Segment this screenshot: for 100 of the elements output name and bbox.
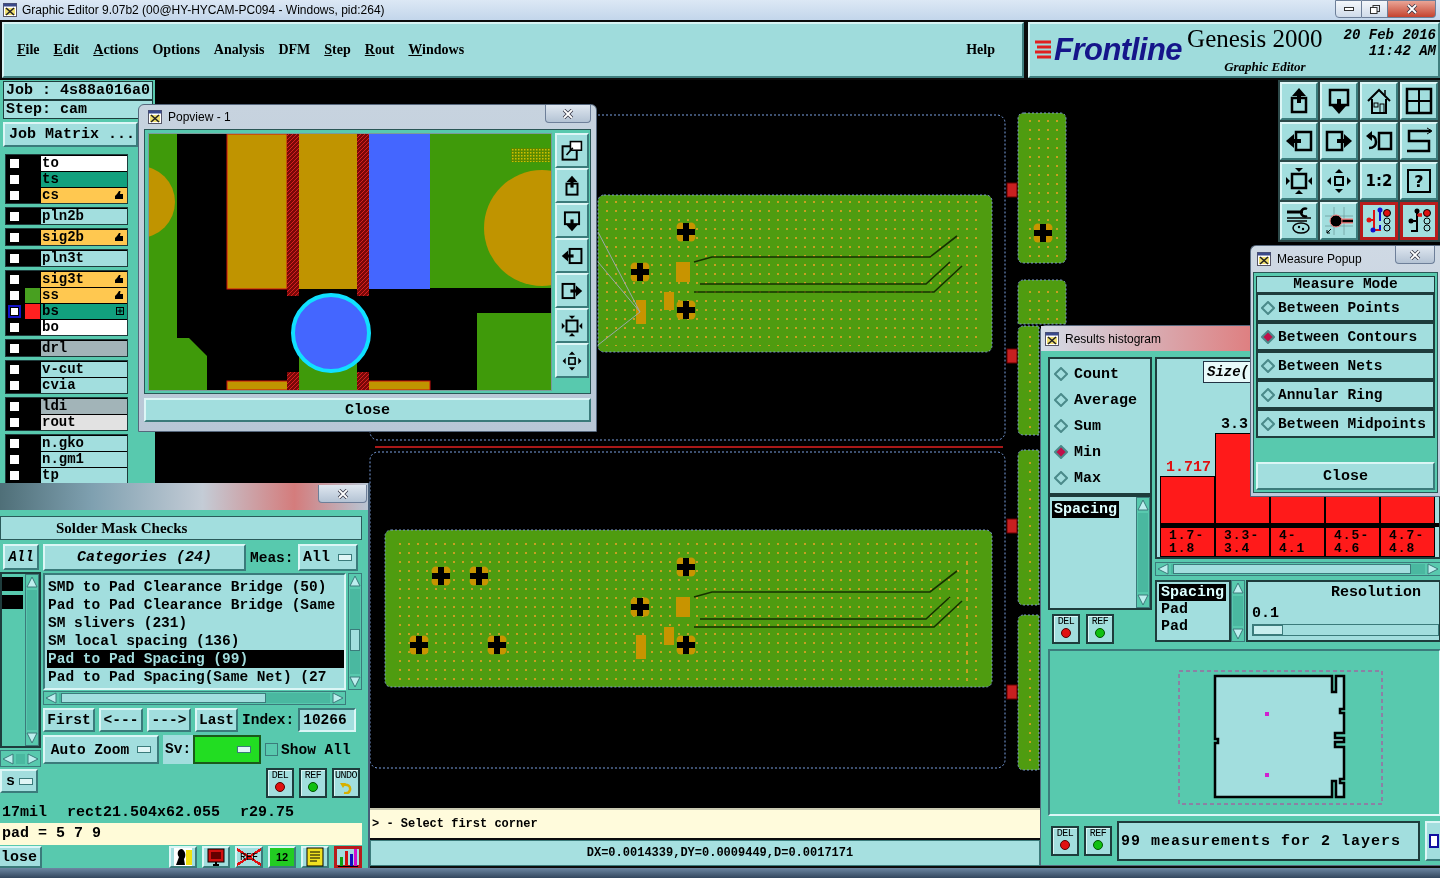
meas-dropdown[interactable]: All: [297, 544, 358, 571]
layer-label[interactable]: drl: [41, 340, 127, 356]
layer-label[interactable]: to: [41, 155, 127, 171]
radio-option[interactable]: Between Nets: [1256, 351, 1435, 380]
menu-item[interactable]: Analysis: [206, 40, 272, 60]
close-button[interactable]: [318, 485, 367, 503]
layer-checkbox[interactable]: [8, 436, 21, 450]
layer-label[interactable]: rout: [41, 414, 127, 430]
layer-row[interactable]: to: [6, 155, 127, 171]
help-button[interactable]: ?: [1400, 162, 1438, 200]
layer-row[interactable]: pln3t: [6, 250, 127, 266]
close-button[interactable]: [1388, 0, 1436, 18]
categories-button[interactable]: Categories (24): [43, 544, 246, 571]
list-item[interactable]: Pad: [1159, 601, 1190, 618]
layer-row[interactable]: rout: [6, 414, 127, 430]
layer-row[interactable]: tp: [6, 467, 127, 483]
layer-label[interactable]: sig3t: [41, 271, 127, 287]
scrollbar[interactable]: [348, 573, 362, 690]
radio-option[interactable]: Between Contours: [1256, 322, 1435, 351]
menu-item[interactable]: Actions: [86, 40, 146, 60]
maximize-button[interactable]: [1362, 0, 1388, 18]
scroll-left-arrow-icon[interactable]: [45, 692, 57, 704]
layer-label[interactable]: ss: [41, 287, 127, 303]
layer-row[interactable]: ss: [6, 287, 127, 303]
radio-option[interactable]: Sum: [1054, 417, 1150, 435]
scroll-up-arrow-icon[interactable]: [1232, 582, 1244, 594]
scale-button[interactable]: 1:2: [1360, 162, 1398, 200]
layer-label[interactable]: pln2b: [41, 208, 127, 224]
layer-checkbox[interactable]: [8, 415, 21, 429]
list-item[interactable]: SM local spacing (136): [47, 632, 344, 650]
radio-option[interactable]: Count: [1054, 365, 1150, 383]
layer-label[interactable]: bo: [41, 319, 127, 335]
category-list[interactable]: SMD to Pad Clearance Bridge (50) Pad to Pad Clearance Bridge (Same SM slivers (231) SM local spacing (136) Pad to Pad Spacing (99) Pad to Pad Spacing(Same Net) (27: [43, 573, 346, 690]
list-item[interactable]: Pad to Pad Spacing(Same Net) (27: [47, 668, 344, 686]
numbering-button[interactable]: 12: [268, 846, 296, 868]
layer-row[interactable]: cs: [6, 187, 127, 203]
list-item[interactable]: Spacing: [1159, 584, 1226, 601]
scroll-down-arrow-icon[interactable]: [26, 732, 38, 744]
radio-option[interactable]: Average: [1054, 391, 1150, 409]
layer-checkbox[interactable]: [8, 468, 21, 482]
zoom-mode-dropdown[interactable]: Auto Zoom: [43, 735, 159, 764]
checkbox-label[interactable]: Show All: [281, 741, 351, 758]
help-menu-item[interactable]: Help: [959, 40, 1002, 60]
layer-label[interactable]: ldi: [41, 398, 127, 414]
layer-row[interactable]: bs: [6, 303, 127, 319]
scroll-up-arrow-icon[interactable]: [26, 576, 38, 588]
dropdown[interactable]: s: [0, 769, 38, 793]
layer-checkbox[interactable]: [8, 304, 21, 318]
layer-checkbox[interactable]: [8, 272, 21, 286]
scroll-left-arrow-icon[interactable]: [2, 752, 14, 765]
layer-checkbox[interactable]: [8, 341, 21, 355]
scroll-left-arrow-icon[interactable]: [1157, 563, 1169, 575]
radio-option[interactable]: Between Midpoints: [1256, 409, 1435, 438]
layer-row[interactable]: sig2b: [6, 229, 127, 245]
layer-checkbox[interactable]: [8, 399, 21, 413]
layer-checkbox[interactable]: [8, 452, 21, 466]
view-button[interactable]: [555, 238, 589, 273]
nav-button[interactable]: Last: [195, 708, 238, 732]
layer-label[interactable]: ts: [41, 171, 127, 187]
nav-button[interactable]: --->: [147, 708, 191, 732]
minimize-button[interactable]: [1335, 0, 1362, 18]
layer-checkbox[interactable]: [8, 209, 21, 223]
toolbar-button[interactable]: [1400, 202, 1438, 240]
scroll-up-arrow-icon[interactable]: [1137, 499, 1149, 511]
layer-checkbox[interactable]: [8, 230, 21, 244]
layer-label[interactable]: bs: [41, 303, 127, 319]
radio-option[interactable]: Max: [1054, 469, 1150, 487]
menu-item[interactable]: Step: [317, 40, 358, 60]
layer-row[interactable]: ts: [6, 171, 127, 187]
scroll-down-arrow-icon[interactable]: [1137, 594, 1149, 606]
scrollbar[interactable]: [0, 750, 41, 767]
scrollbar[interactable]: [25, 574, 39, 746]
delete-button[interactable]: DEL: [1052, 614, 1080, 644]
job-matrix-button[interactable]: Job Matrix ...: [3, 122, 138, 147]
tool-button[interactable]: [334, 846, 362, 868]
list-item[interactable]: Pad: [1159, 618, 1190, 635]
layer-row[interactable]: ldi: [6, 398, 127, 414]
layer-checkbox[interactable]: [8, 320, 21, 334]
list-field[interactable]: Spacing: [1048, 495, 1152, 610]
layer-row[interactable]: pln2b: [6, 208, 127, 224]
layer-label[interactable]: n.gm1: [41, 451, 127, 467]
view-button[interactable]: [555, 273, 589, 308]
layer-row[interactable]: bo: [6, 319, 127, 335]
layer-label[interactable]: pln3t: [41, 250, 127, 266]
layer-label[interactable]: cvia: [41, 377, 127, 393]
layer-row[interactable]: cvia: [6, 377, 127, 393]
layer-label[interactable]: v-cut: [41, 361, 127, 377]
scroll-right-arrow-icon[interactable]: [27, 752, 39, 765]
list-item[interactable]: Spacing: [1052, 501, 1119, 518]
list-item[interactable]: SM slivers (231): [47, 614, 344, 632]
layer-label[interactable]: cs: [41, 187, 127, 203]
resolution-slider[interactable]: [1252, 624, 1439, 636]
menu-item[interactable]: Rout: [357, 40, 402, 60]
scroll-thumb[interactable]: [61, 693, 266, 703]
sv-dropdown[interactable]: [193, 735, 262, 764]
scroll-down-arrow-icon[interactable]: [1232, 628, 1244, 640]
list-item[interactable]: Pad to Pad Clearance Bridge (Same: [47, 596, 344, 614]
view-button[interactable]: [555, 133, 589, 168]
layer-row[interactable]: drl: [6, 340, 127, 356]
layer-checkbox[interactable]: [8, 188, 21, 202]
